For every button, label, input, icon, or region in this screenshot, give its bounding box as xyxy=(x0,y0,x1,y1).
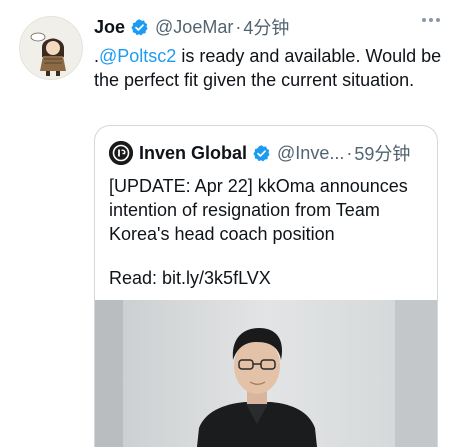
quoted-photo[interactable] xyxy=(95,300,437,447)
tweet: Joe @JoeMar · 4分钟 .@Poltsc2 is ready and… xyxy=(0,0,464,447)
quoted-header-separator: · xyxy=(346,142,353,163)
quoted-tweet[interactable]: Inven Global @Inve... · 59分钟 [UPDATE: Ap… xyxy=(94,125,438,447)
quoted-read-link[interactable]: Read: bit.ly/3k5fLVX xyxy=(109,266,271,290)
tweet-text: .@Poltsc2 is ready and available. Would … xyxy=(94,44,444,92)
verified-badge-icon xyxy=(252,144,271,163)
quoted-header: Inven Global @Inve... · 59分钟 xyxy=(109,140,429,166)
tweet-header: Joe @JoeMar · 4分钟 xyxy=(94,14,440,40)
quoted-time[interactable]: 59分钟 xyxy=(354,140,410,166)
inven-global-logo-icon[interactable] xyxy=(109,141,133,165)
quoted-author-name[interactable]: Inven Global xyxy=(139,143,247,164)
quoted-text: [UPDATE: Apr 22] kkOma announces intenti… xyxy=(109,176,408,244)
more-dots-icon[interactable] xyxy=(422,18,440,24)
avatar[interactable] xyxy=(19,16,83,80)
verified-badge-icon xyxy=(130,18,149,37)
author-name[interactable]: Joe xyxy=(94,17,125,38)
quoted-author-handle[interactable]: @Inve... xyxy=(277,143,344,164)
author-handle[interactable]: @JoeMar xyxy=(155,17,233,38)
header-separator: · xyxy=(235,16,242,37)
tweet-time[interactable]: 4分钟 xyxy=(243,14,289,40)
mention-link[interactable]: @Poltsc2 xyxy=(99,46,176,66)
